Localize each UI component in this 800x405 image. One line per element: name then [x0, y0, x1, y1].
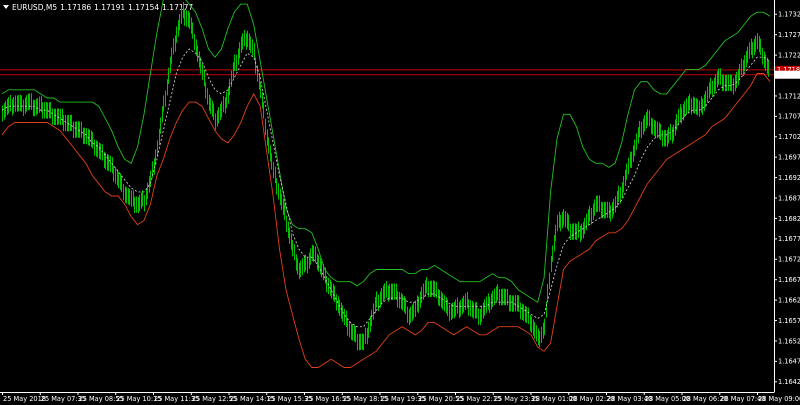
price-chart[interactable]: 1.173251.172751.172251.171751.171251.170…	[0, 0, 800, 405]
y-tick-label: 1.16425	[778, 378, 800, 386]
y-tick-label: 1.16625	[778, 296, 800, 304]
y-tick-label: 1.16775	[778, 235, 800, 243]
y-tick-label: 1.16725	[778, 256, 800, 264]
x-tick-label: 25 May 2018	[3, 395, 46, 403]
y-tick-label: 1.16975	[778, 154, 800, 162]
y-tick-label: 1.17325	[778, 11, 800, 19]
x-tick-label: 28 May 09:00	[758, 395, 800, 403]
axes: 1.173251.172751.172251.171751.171251.170…	[0, 0, 800, 403]
y-tick-label: 1.16925	[778, 174, 800, 182]
y-tick-label: 1.16575	[778, 317, 800, 325]
lower-band-line	[1, 73, 771, 368]
plot-area[interactable]	[0, 0, 774, 368]
bid-price-tag: 1.17177	[777, 71, 800, 79]
y-tick-label: 1.17125	[778, 92, 800, 100]
y-tick-label: 1.16675	[778, 276, 800, 284]
y-tick-label: 1.16825	[778, 215, 800, 223]
y-tick-label: 1.17025	[778, 133, 800, 141]
chart-window[interactable]: EURUSD,M5 1.17186 1.17191 1.17154 1.17177 1.…	[0, 0, 800, 405]
y-tick-label: 1.17075	[778, 113, 800, 121]
upper-band-line	[1, 0, 771, 303]
y-tick-label: 1.16525	[778, 337, 800, 345]
y-tick-label: 1.17225	[778, 51, 800, 59]
y-tick-label: 1.16475	[778, 358, 800, 366]
y-tick-label: 1.17275	[778, 31, 800, 39]
y-tick-label: 1.16875	[778, 194, 800, 202]
